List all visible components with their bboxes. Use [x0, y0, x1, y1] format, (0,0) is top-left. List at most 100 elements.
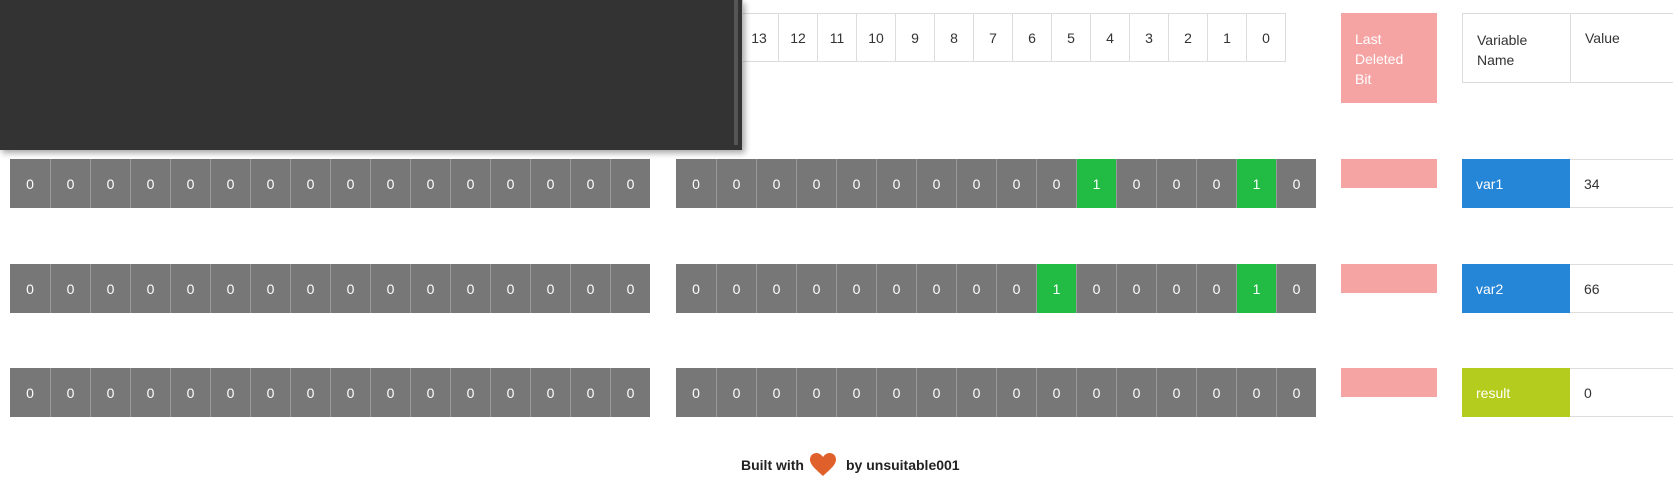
- bit-cell[interactable]: 0: [570, 368, 610, 417]
- bit-cell[interactable]: 0: [410, 159, 450, 208]
- bit-cell[interactable]: 0: [290, 159, 330, 208]
- bit-cell[interactable]: 0: [570, 159, 610, 208]
- bit-cell[interactable]: 0: [410, 264, 450, 313]
- bit-cell[interactable]: 0: [716, 264, 756, 313]
- bit-cell[interactable]: 0: [570, 264, 610, 313]
- bit-cell[interactable]: 0: [756, 159, 796, 208]
- bit-cell[interactable]: 0: [716, 159, 756, 208]
- bit-cell[interactable]: 0: [1276, 159, 1316, 208]
- bit-cell[interactable]: 0: [1156, 368, 1196, 417]
- bit-cell[interactable]: 0: [370, 368, 410, 417]
- bit-cell[interactable]: 0: [836, 368, 876, 417]
- bit-cell[interactable]: 0: [370, 264, 410, 313]
- bit-cell[interactable]: 0: [530, 159, 570, 208]
- bit-cell[interactable]: 0: [130, 368, 170, 417]
- bit-cell[interactable]: 0: [676, 368, 716, 417]
- bit-cell[interactable]: 0: [450, 368, 490, 417]
- bit-cell[interactable]: 0: [610, 264, 650, 313]
- bit-cell[interactable]: 0: [450, 264, 490, 313]
- bit-cell[interactable]: 0: [170, 264, 210, 313]
- bit-cell[interactable]: 0: [676, 264, 716, 313]
- bit-cell[interactable]: 0: [916, 368, 956, 417]
- bit-cell[interactable]: 0: [250, 368, 290, 417]
- bit-cell[interactable]: 0: [530, 264, 570, 313]
- bit-cell[interactable]: 0: [410, 368, 450, 417]
- bit-cell[interactable]: 0: [1076, 368, 1116, 417]
- bit-cell[interactable]: 0: [1196, 264, 1236, 313]
- bit-cell[interactable]: 0: [1156, 264, 1196, 313]
- bit-cell[interactable]: 0: [330, 264, 370, 313]
- bit-cell[interactable]: 0: [210, 368, 250, 417]
- bit-cell[interactable]: 0: [450, 159, 490, 208]
- variable-row: var1 34: [1462, 159, 1673, 208]
- bit-cell[interactable]: 0: [290, 264, 330, 313]
- bit-cell[interactable]: 0: [530, 368, 570, 417]
- bit-cell[interactable]: 1: [1236, 264, 1276, 313]
- bit-cell[interactable]: 1: [1076, 159, 1116, 208]
- bit-cell[interactable]: 0: [1236, 368, 1276, 417]
- bit-cell[interactable]: 0: [50, 159, 90, 208]
- bit-cell[interactable]: 0: [876, 368, 916, 417]
- bit-cell[interactable]: 0: [210, 264, 250, 313]
- bit-cell[interactable]: 0: [170, 368, 210, 417]
- bit-cell[interactable]: 0: [676, 159, 716, 208]
- bit-cell[interactable]: 0: [330, 159, 370, 208]
- bit-cell[interactable]: 0: [756, 368, 796, 417]
- bit-cell[interactable]: 0: [916, 264, 956, 313]
- bit-cell[interactable]: 0: [1156, 159, 1196, 208]
- overlay-panel[interactable]: [0, 0, 743, 150]
- bit-cell[interactable]: 0: [996, 264, 1036, 313]
- overlay-scrollbar[interactable]: [734, 0, 738, 145]
- bit-cell[interactable]: 0: [1076, 264, 1116, 313]
- bit-cell[interactable]: 1: [1036, 264, 1076, 313]
- bit-cell[interactable]: 0: [250, 159, 290, 208]
- bit-cell[interactable]: 0: [956, 264, 996, 313]
- bit-cell[interactable]: 0: [610, 159, 650, 208]
- bit-cell[interactable]: 0: [210, 159, 250, 208]
- bit-cell[interactable]: 0: [50, 264, 90, 313]
- bit-cell[interactable]: 0: [1116, 368, 1156, 417]
- bit-cell[interactable]: 0: [796, 159, 836, 208]
- bit-cell[interactable]: 0: [610, 368, 650, 417]
- bit-cell[interactable]: 0: [996, 368, 1036, 417]
- bit-cell[interactable]: 0: [716, 368, 756, 417]
- bit-cell[interactable]: 0: [10, 368, 50, 417]
- bit-cell[interactable]: 0: [330, 368, 370, 417]
- bit-cell[interactable]: 0: [916, 159, 956, 208]
- bit-cell[interactable]: 0: [490, 159, 530, 208]
- bit-cell[interactable]: 0: [290, 368, 330, 417]
- bit-cell[interactable]: 0: [90, 159, 130, 208]
- bit-cell[interactable]: 0: [1276, 264, 1316, 313]
- bit-cell[interactable]: 0: [756, 264, 796, 313]
- bit-cell[interactable]: 0: [836, 159, 876, 208]
- bit-cell[interactable]: 0: [90, 264, 130, 313]
- bit-cell[interactable]: 0: [250, 264, 290, 313]
- bit-cell[interactable]: 0: [490, 264, 530, 313]
- bit-cell[interactable]: 0: [796, 264, 836, 313]
- bit-index-cell: 11: [817, 13, 857, 62]
- bit-cell[interactable]: 0: [10, 264, 50, 313]
- bit-cell[interactable]: 0: [1116, 159, 1156, 208]
- bit-cell[interactable]: 1: [1236, 159, 1276, 208]
- bit-cell[interactable]: 0: [130, 264, 170, 313]
- bit-cell[interactable]: 0: [370, 159, 410, 208]
- bit-cell[interactable]: 0: [170, 159, 210, 208]
- bit-cell[interactable]: 0: [1276, 368, 1316, 417]
- bit-cell[interactable]: 0: [1116, 264, 1156, 313]
- bit-cell[interactable]: 0: [10, 159, 50, 208]
- bit-cell[interactable]: 0: [836, 264, 876, 313]
- bit-cell[interactable]: 0: [1036, 159, 1076, 208]
- bit-cell[interactable]: 0: [490, 368, 530, 417]
- bit-cell[interactable]: 0: [876, 159, 916, 208]
- bit-cell[interactable]: 0: [1196, 159, 1236, 208]
- bit-cell[interactable]: 0: [876, 264, 916, 313]
- bit-cell[interactable]: 0: [1196, 368, 1236, 417]
- bit-cell[interactable]: 0: [996, 159, 1036, 208]
- bit-cell[interactable]: 0: [956, 159, 996, 208]
- bit-cell[interactable]: 0: [1036, 368, 1076, 417]
- bit-cell[interactable]: 0: [796, 368, 836, 417]
- bit-cell[interactable]: 0: [90, 368, 130, 417]
- bit-cell[interactable]: 0: [130, 159, 170, 208]
- bit-cell[interactable]: 0: [50, 368, 90, 417]
- bit-cell[interactable]: 0: [956, 368, 996, 417]
